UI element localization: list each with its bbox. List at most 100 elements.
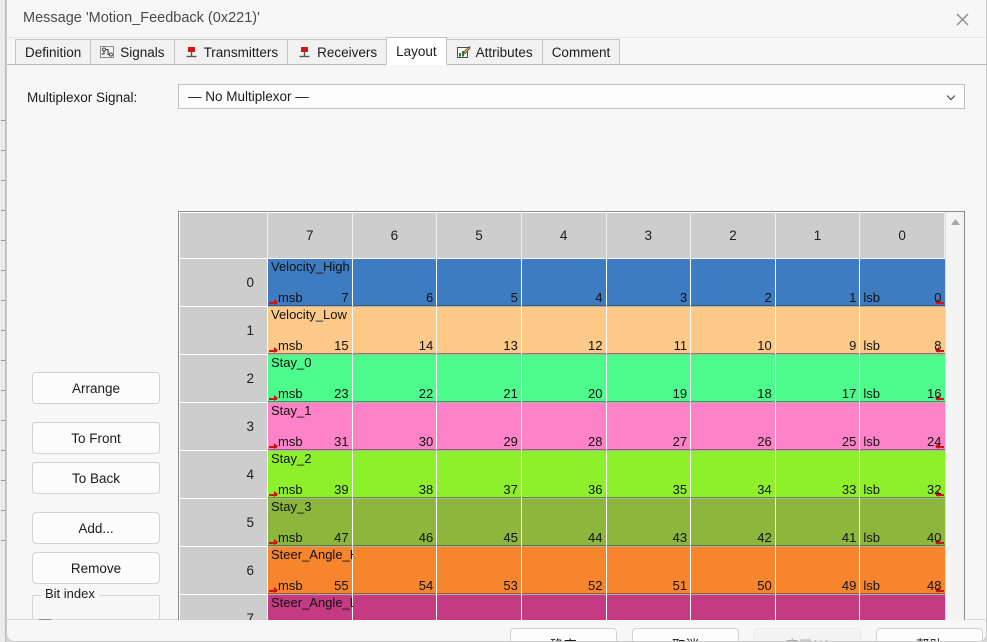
signal-cell-Steer_Angle_H-bit-49[interactable]: 49	[775, 546, 861, 595]
signal-cell-Steer_Angle_H-bit-48[interactable]: lsb 48	[859, 546, 945, 595]
signal-cell-Stay_0-bit-17[interactable]: 17	[775, 354, 861, 403]
signal-cell-Stay_0-bit-18[interactable]: 18	[690, 354, 776, 403]
signal-cell-Stay_2-bit-32[interactable]: lsb 32	[859, 450, 945, 499]
signal-cell-Velocity_High-bit-0[interactable]: lsb 0	[859, 258, 945, 307]
column-header-bit-1[interactable]: 1	[774, 212, 861, 259]
signal-cell-Stay_2-bit-38[interactable]: 38	[352, 450, 438, 499]
signal-cell-Velocity_High-bit-7[interactable]: Velocity_High msb 7	[267, 258, 353, 307]
signal-cell-Steer_Angle_H-bit-53[interactable]: 53	[436, 546, 522, 595]
column-header-bit-6[interactable]: 6	[351, 212, 438, 259]
signal-cell-Stay_3-bit-40[interactable]: lsb 40	[859, 498, 945, 547]
tab-transmitters[interactable]: Transmitters	[173, 39, 289, 64]
lsb-label: lsb	[863, 578, 880, 593]
signal-cell-Stay_3-bit-44[interactable]: 44	[521, 498, 607, 547]
tab-signals[interactable]: Signals	[90, 39, 175, 64]
signal-cell-Stay_2-bit-34[interactable]: 34	[690, 450, 776, 499]
bit-number: 28	[588, 434, 603, 449]
signal-cell-Velocity_Low-bit-8[interactable]: lsb 8	[859, 306, 945, 355]
signal-cell-Stay_1-bit-31[interactable]: Stay_1 msb 31	[267, 402, 353, 451]
signal-cell-Steer_Angle_H-bit-51[interactable]: 51	[606, 546, 692, 595]
to-back-button-label: To Back	[71, 470, 121, 486]
tab-receivers[interactable]: Receivers	[287, 39, 388, 64]
close-icon[interactable]	[938, 0, 986, 38]
add-button[interactable]: Add...	[32, 512, 160, 544]
signal-cell-Stay_2-bit-37[interactable]: 37	[436, 450, 522, 499]
bit-number: 8	[934, 338, 942, 353]
signal-cell-Stay_0-bit-20[interactable]: 20	[521, 354, 607, 403]
signal-cell-Velocity_Low-bit-14[interactable]: 14	[352, 306, 438, 355]
signal-cell-Stay_2-bit-35[interactable]: 35	[606, 450, 692, 499]
row-header-byte-2[interactable]: 2	[179, 354, 268, 403]
signal-cell-Velocity_Low-bit-13[interactable]: 13	[436, 306, 522, 355]
to-back-button[interactable]: To Back	[32, 462, 160, 494]
tab-comment[interactable]: Comment	[541, 39, 621, 64]
signal-cell-Stay_1-bit-27[interactable]: 27	[606, 402, 692, 451]
signal-cell-Stay_3-bit-41[interactable]: 41	[775, 498, 861, 547]
arrange-button[interactable]: Arrange	[32, 372, 160, 404]
signal-cell-Stay_0-bit-22[interactable]: 22	[352, 354, 438, 403]
multiplexor-signal-select[interactable]: — No Multiplexor —	[178, 84, 965, 109]
signal-cell-Velocity_High-bit-5[interactable]: 5	[436, 258, 522, 307]
row-header-byte-3[interactable]: 3	[179, 402, 268, 451]
signal-cell-Stay_3-bit-47[interactable]: Stay_3 msb 47	[267, 498, 353, 547]
signal-cell-Stay_2-bit-36[interactable]: 36	[521, 450, 607, 499]
tab-definition[interactable]: Definition	[15, 39, 92, 64]
signal-cell-Velocity_Low-bit-9[interactable]: 9	[775, 306, 861, 355]
row-header-byte-4[interactable]: 4	[179, 450, 268, 499]
signal-cell-Steer_Angle_H-bit-54[interactable]: 54	[352, 546, 438, 595]
signal-cell-Stay_1-bit-29[interactable]: 29	[436, 402, 522, 451]
column-header-bit-3[interactable]: 3	[605, 212, 692, 259]
signal-cell-Stay_1-bit-24[interactable]: lsb 24	[859, 402, 945, 451]
signal-cell-Steer_Angle_H-bit-52[interactable]: 52	[521, 546, 607, 595]
signal-cell-Stay_3-bit-46[interactable]: 46	[352, 498, 438, 547]
column-header-bit-5[interactable]: 5	[436, 212, 522, 259]
signal-cell-Velocity_High-bit-3[interactable]: 3	[606, 258, 692, 307]
signal-cell-Velocity_High-bit-1[interactable]: 1	[775, 258, 861, 307]
signal-cell-Velocity_Low-bit-11[interactable]: 11	[606, 306, 692, 355]
signal-cell-Stay_1-bit-28[interactable]: 28	[521, 402, 607, 451]
signal-cell-Stay_3-bit-43[interactable]: 43	[606, 498, 692, 547]
bit-number: 17	[841, 386, 857, 401]
signal-cell-Stay_3-bit-42[interactable]: 42	[690, 498, 776, 547]
signal-cell-Velocity_Low-bit-10[interactable]: 10	[690, 306, 776, 355]
table-row: 5 Stay_3 msb 47 46 45 44 43 42 41 lsb 40	[179, 498, 945, 547]
signal-cell-Stay_1-bit-30[interactable]: 30	[352, 402, 438, 451]
signal-cell-Stay_2-bit-39[interactable]: Stay_2 msb 39	[267, 450, 353, 499]
grid-vertical-scrollbar[interactable]	[945, 212, 964, 640]
cancel-button[interactable]: 取消	[632, 628, 739, 641]
row-header-byte-6[interactable]: 6	[179, 546, 268, 595]
signal-cell-Stay_0-bit-21[interactable]: 21	[436, 354, 522, 403]
signal-cell-Stay_1-bit-25[interactable]: 25	[775, 402, 861, 451]
column-header-bit-0[interactable]: 0	[859, 212, 945, 259]
remove-button[interactable]: Remove	[32, 552, 160, 584]
signal-cell-Velocity_High-bit-2[interactable]: 2	[690, 258, 776, 307]
signal-cell-Steer_Angle_H-bit-55[interactable]: Steer_Angle_H msb 55	[267, 546, 359, 595]
signal-cell-Stay_2-bit-33[interactable]: 33	[775, 450, 861, 499]
ok-button[interactable]: 确定	[510, 628, 617, 641]
signal-cell-Steer_Angle_H-bit-50[interactable]: 50	[690, 546, 776, 595]
signal-cell-Velocity_High-bit-4[interactable]: 4	[521, 258, 607, 307]
column-header-bit-7[interactable]: 7	[267, 212, 353, 259]
bit-number: 26	[757, 434, 772, 449]
tab-layout[interactable]: Layout	[386, 37, 447, 65]
help-button[interactable]: 帮助	[876, 628, 983, 641]
row-header-byte-0[interactable]: 0	[179, 258, 268, 307]
row-header-byte-5[interactable]: 5	[179, 498, 268, 547]
signal-cell-Velocity_High-bit-6[interactable]: 6	[352, 258, 438, 307]
bit-number: 50	[757, 578, 772, 593]
signal-cell-Stay_0-bit-16[interactable]: lsb 16	[859, 354, 945, 403]
signal-cell-Stay_1-bit-26[interactable]: 26	[690, 402, 776, 451]
bit-number: 46	[418, 530, 434, 545]
signal-cell-Stay_0-bit-23[interactable]: Stay_0 msb 23	[267, 354, 353, 403]
tab-attributes[interactable]: Attributes	[445, 39, 543, 64]
to-front-button[interactable]: To Front	[32, 422, 160, 454]
signal-cell-Stay_3-bit-45[interactable]: 45	[436, 498, 522, 547]
scroll-up-arrow-icon[interactable]	[946, 212, 965, 231]
signal-cell-Velocity_Low-bit-15[interactable]: Velocity_Low msb 15	[267, 306, 353, 355]
row-header-byte-1[interactable]: 1	[179, 306, 268, 355]
column-header-bit-4[interactable]: 4	[520, 212, 607, 259]
signal-cell-Stay_0-bit-19[interactable]: 19	[606, 354, 692, 403]
signal-cell-Velocity_Low-bit-12[interactable]: 12	[521, 306, 607, 355]
bit-layout-grid-scroll-area[interactable]: 76543210 0 Velocity_High msb 7 6 5 4 3 2 1 lsb 0 1 Ve…	[179, 212, 945, 640]
column-header-bit-2[interactable]: 2	[690, 212, 776, 259]
